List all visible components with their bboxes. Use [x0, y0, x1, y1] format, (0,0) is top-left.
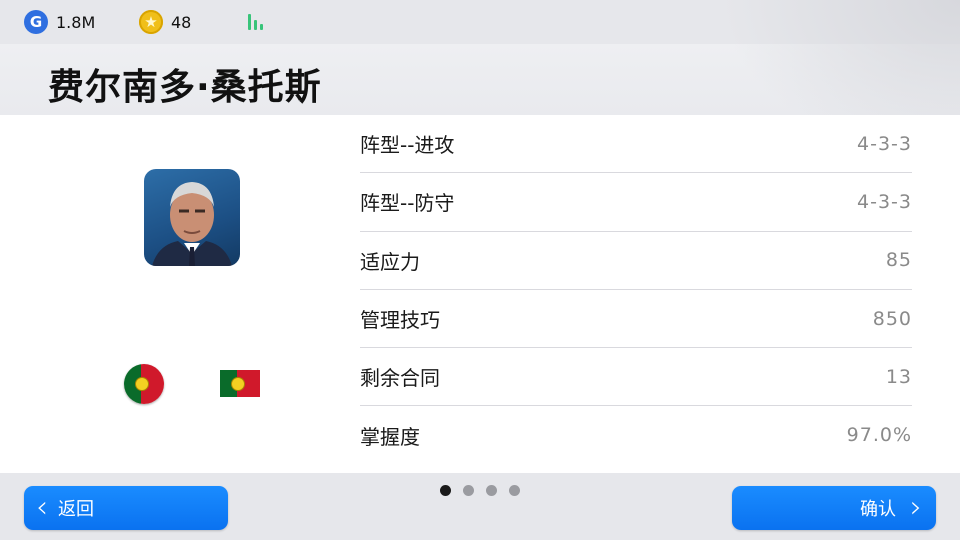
- gp-counter: G 1.8M: [24, 10, 95, 34]
- coin-icon: ★: [139, 10, 163, 34]
- stat-row-attack-formation: 阵型--进攻 4-3-3: [360, 115, 912, 174]
- nationality-flag-icon: [220, 370, 260, 397]
- coin-value: 48: [171, 12, 192, 32]
- back-button-label: 返回: [58, 499, 94, 520]
- stat-row-contract-remaining: 剩余合同 13: [360, 348, 912, 407]
- stat-value: 13: [885, 365, 912, 388]
- chevron-right-icon: ›: [910, 490, 922, 525]
- page-header: 费尔南多·桑托斯: [0, 0, 960, 160]
- stat-row-adaptability: 适应力 85: [360, 232, 912, 290]
- stat-label: 剩余合同: [360, 366, 440, 391]
- stat-value: 850: [872, 307, 912, 330]
- stat-label: 管理技巧: [360, 308, 440, 333]
- confirm-button[interactable]: 确认 ›: [732, 486, 936, 530]
- page-dot-4[interactable]: [509, 485, 520, 496]
- stats-list: 阵型--进攻 4-3-3 阵型--防守 4-3-3 适应力 85 管理技巧 85…: [360, 115, 912, 464]
- back-button[interactable]: ‹ 返回: [24, 486, 228, 530]
- page-indicator: [440, 485, 520, 496]
- stat-row-management-skill: 管理技巧 850: [360, 290, 912, 349]
- manager-portrait-icon: [152, 182, 232, 266]
- page-dot-3[interactable]: [486, 485, 497, 496]
- gp-value: 1.8M: [56, 12, 96, 32]
- stat-label: 阵型--防守: [360, 191, 455, 216]
- stat-row-proficiency: 掌握度 97.0%: [360, 406, 912, 463]
- stat-label: 阵型--进攻: [360, 133, 455, 158]
- manager-portrait: [144, 169, 240, 266]
- signal-bars-icon: [248, 12, 268, 30]
- stat-value: 85: [885, 249, 912, 272]
- stat-label: 适应力: [360, 249, 420, 274]
- manager-detail-panel: 阵型--进攻 4-3-3 阵型--防守 4-3-3 适应力 85 管理技巧 85…: [0, 115, 960, 473]
- page-dot-1[interactable]: [440, 485, 451, 496]
- page-title: 费尔南多·桑托斯: [48, 67, 322, 108]
- stat-value: 4-3-3: [857, 132, 912, 155]
- confirm-button-label: 确认: [860, 499, 896, 520]
- stat-row-defense-formation: 阵型--防守 4-3-3: [360, 173, 912, 232]
- gp-icon: G: [24, 10, 48, 34]
- page-dot-2[interactable]: [463, 485, 474, 496]
- stat-label: 掌握度: [360, 424, 420, 449]
- coin-counter: ★ 48: [139, 10, 191, 34]
- nationality-flag-badge: [124, 364, 164, 404]
- stat-value: 4-3-3: [857, 190, 912, 213]
- stat-value: 97.0%: [846, 424, 912, 447]
- flag-crest-icon: [135, 377, 149, 391]
- flag-crest-icon: [231, 377, 245, 391]
- chevron-left-icon: ‹: [36, 490, 48, 525]
